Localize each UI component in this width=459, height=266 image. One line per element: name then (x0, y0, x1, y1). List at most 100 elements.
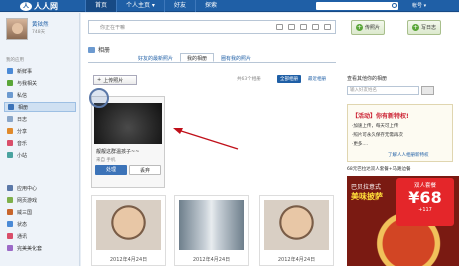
app-center-icon (7, 185, 13, 191)
sidebar-item-feed[interactable]: 新鲜事 (4, 66, 76, 76)
mail-icon (7, 92, 13, 98)
sidebar-item-mentions[interactable]: 与我相关 (4, 78, 76, 88)
sidebar-item-albums[interactable]: 相册 (4, 102, 76, 112)
other-albums-title: 查看其他你的相册 (347, 76, 388, 82)
photo-card[interactable]: 2012年4月24日 (174, 195, 249, 266)
game-icon (7, 209, 13, 215)
link-icon[interactable] (324, 24, 331, 30)
photo-card[interactable]: 2012年4月24日 (91, 195, 166, 266)
sidebar-item-share[interactable]: 分享 (4, 126, 76, 136)
promo-line: ·照片可永久保存无需再次 (352, 133, 403, 138)
promo-link[interactable]: 了解人人相册新特权 (388, 152, 429, 158)
mentions-icon (7, 80, 13, 86)
sidebar-item-web-games[interactable]: 网页游戏 (4, 195, 76, 205)
sidebar-item-site[interactable]: 小站 (4, 150, 76, 160)
sidebar-item-label: 小站 (17, 152, 28, 159)
album-title[interactable]: 靓靓这群温孩子~~ (96, 148, 139, 155)
music-icon[interactable] (312, 24, 319, 30)
discard-button[interactable]: 丢弃 (129, 165, 161, 175)
site-icon (7, 152, 13, 158)
account-menu[interactable]: 帐号 ▾ (412, 1, 426, 11)
photo-thumbnail[interactable] (96, 200, 161, 250)
write-blog-button[interactable]: + 写日志 (407, 20, 442, 35)
top-search-input[interactable] (316, 2, 398, 10)
upload-label: 上传照片 (103, 77, 124, 84)
album-icon (88, 46, 95, 53)
ad-title[interactable]: 68元巴拉达双人套餐+马路边餐 (347, 166, 411, 172)
sidebar-item-theme[interactable]: 完美美化套 (4, 243, 76, 253)
process-button[interactable]: 处理 (95, 165, 127, 175)
photo-thumbnail[interactable] (179, 200, 244, 250)
status-icon (7, 221, 13, 227)
promo-title[interactable]: 【活动】你有新特权! (352, 111, 409, 120)
tab-my-albums[interactable]: 我的相册 (180, 53, 215, 62)
profile-stat-value: 748天 (32, 30, 46, 35)
sidebar-item-label: 新鲜事 (17, 68, 33, 75)
badge-price: ¥68 (408, 188, 442, 207)
status-placeholder: 你正在干嘛 (100, 25, 126, 31)
album-source: 来自 手机 (96, 158, 116, 163)
search-button[interactable] (421, 86, 434, 95)
album-section-header: 相册 (88, 45, 110, 54)
photo-date: 2012年4月24日 (277, 257, 316, 263)
sidebar-item-label: 相册 (18, 104, 29, 111)
promo-line: ·加速上传，每天可上传 (352, 124, 399, 129)
nav-profile[interactable]: 个人主页 ▾ (116, 0, 164, 12)
photo-thumbnail[interactable] (264, 200, 329, 250)
sidebar-item-game-sanguo[interactable]: 威三国 (4, 207, 76, 217)
sidebar-item-label: 威三国 (17, 209, 33, 216)
logo-text: 人人网 (34, 2, 58, 11)
sidebar-item-messages[interactable]: 私信 (4, 90, 76, 100)
tab-friends-latest[interactable]: 好友的最新照片 (131, 53, 180, 62)
album-tabs: 好友的最新照片 我的相册 圈有我的照片 (131, 53, 258, 62)
featured-album-card[interactable]: 靓靓这群温孩子~~ 来自 手机 处理 丢弃 (89, 88, 165, 188)
badge-extra: +117 (418, 207, 432, 213)
renren-logo[interactable]: 人 人人网 (20, 1, 58, 12)
sidebar-item-contacts[interactable]: 通讯 (4, 231, 76, 241)
image-icon[interactable] (288, 24, 295, 30)
sidebar-item-status[interactable]: 状态 (4, 219, 76, 229)
status-composer[interactable]: 你正在干嘛 (88, 20, 336, 34)
nav-home[interactable]: 首页 (85, 0, 117, 12)
photo-date: 2012年4月24日 (109, 257, 148, 263)
friend-name-input[interactable]: 输入好友姓名 (347, 86, 419, 95)
upload-photo-button[interactable]: + 传照片 (351, 20, 386, 35)
photo-card[interactable]: 2012年4月24日 (259, 195, 334, 266)
feed-icon (7, 68, 13, 74)
sidebar-item-label: 应用中心 (17, 185, 38, 192)
write-blog-label: 写日志 (421, 25, 437, 31)
blog-icon (7, 116, 13, 122)
sidebar-item-app-center[interactable]: 应用中心 (4, 183, 76, 193)
main-nav: 首页 个人主页 ▾ 好友 探索 (85, 0, 226, 12)
nav-explore[interactable]: 探索 (194, 0, 226, 12)
logo-mark-icon: 人 (20, 2, 32, 11)
promo-line: ·更多.... (352, 142, 369, 147)
price-badge[interactable]: 双人套餐 ¥68 +117 (396, 178, 454, 226)
nav-friends[interactable]: 好友 (163, 0, 195, 12)
sidebar-item-label: 与我相关 (17, 80, 38, 87)
album-actions: 处理 丢弃 (95, 165, 161, 175)
sidebar-item-music[interactable]: 音乐 (4, 138, 76, 148)
postmark-stamp-icon (89, 88, 109, 108)
contacts-icon (7, 233, 13, 239)
tab-tagged-photos[interactable]: 圈有我的照片 (214, 53, 258, 62)
theme-icon (7, 245, 13, 251)
plus-icon: + (97, 77, 102, 83)
filter-all-albums[interactable]: 全部相册 (277, 75, 301, 83)
upload-photos-button[interactable]: + 上传照片 (93, 75, 137, 85)
music-icon (7, 140, 13, 146)
camera-icon[interactable] (276, 24, 283, 30)
video-icon[interactable] (300, 24, 307, 30)
search-icon[interactable] (392, 3, 397, 8)
filter-recent-albums[interactable]: 最近相册 (305, 75, 329, 83)
game-icon (7, 197, 13, 203)
profile-name[interactable]: 黄铉然 (32, 20, 49, 28)
album-cover-image[interactable] (94, 103, 162, 144)
sidebar-item-label: 完美美化套 (17, 245, 43, 252)
sidebar-item-blog[interactable]: 日志 (4, 114, 76, 124)
avatar[interactable] (6, 18, 28, 40)
ad-headline: 美味披萨 (351, 192, 383, 201)
sidebar-item-label: 日志 (17, 116, 28, 123)
upload-photo-label: 传照片 (365, 25, 381, 31)
sidebar-item-label: 状态 (17, 221, 28, 228)
